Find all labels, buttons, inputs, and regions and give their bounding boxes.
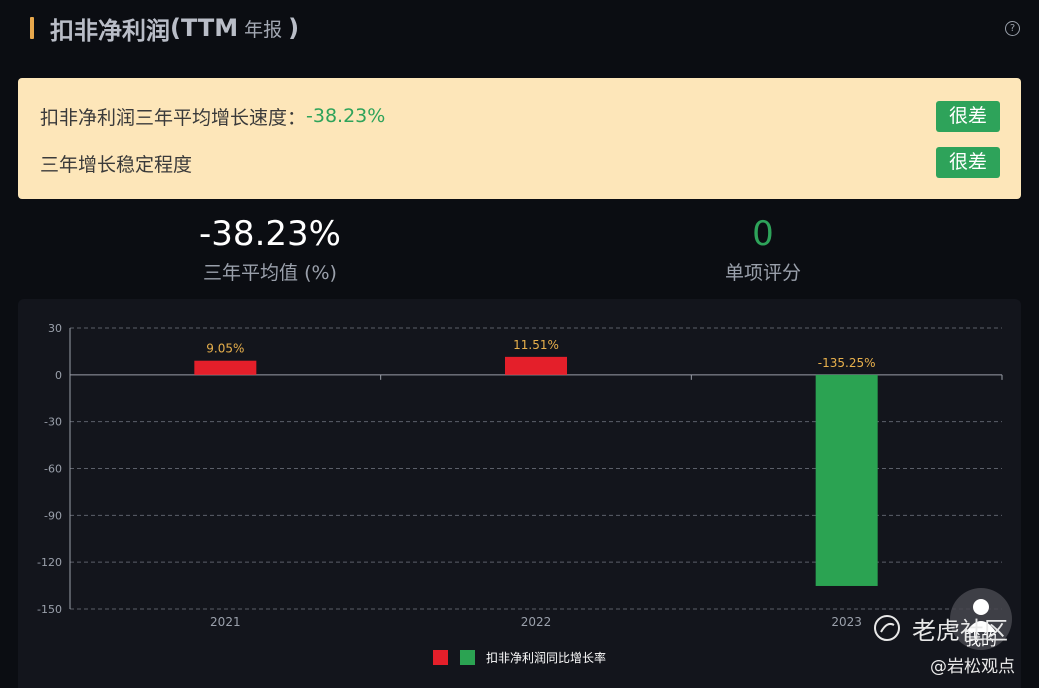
section-title-close: )	[288, 14, 300, 42]
chart-panel: 30 0 -30 -60 -90 -120 -150 9.05% 2021 11.51% 2022 -…	[18, 299, 1021, 688]
author-watermark: @岩松观点	[930, 657, 1015, 677]
help-icon[interactable]: ?	[1005, 21, 1020, 36]
bar-2023	[815, 374, 878, 586]
data-label-2022: 11.51%	[513, 338, 559, 352]
legend-swatch-positive	[433, 650, 448, 665]
growth-speed-label: 扣非净利润三年平均增长速度：	[40, 106, 307, 129]
data-label-2023: -135.25%	[818, 356, 876, 370]
average-value: -38.23%	[199, 214, 341, 254]
brand-logo-icon	[872, 613, 902, 647]
growth-speed-row: 扣非净利润三年平均增长速度： -38.23%	[40, 100, 385, 132]
growth-speed-rating-badge: 很差	[936, 101, 1000, 132]
section-title-period: 年报	[244, 18, 283, 41]
average-label: 三年平均值 (%)	[203, 262, 337, 284]
legend-label: 扣非净利润同比增长率	[486, 650, 606, 665]
section-title-ttm: (TTM	[170, 14, 239, 42]
x-tick-label-2021: 2021	[210, 615, 241, 629]
stability-label: 三年增长稳定程度	[40, 153, 193, 176]
legend-swatch-negative	[460, 650, 475, 665]
score-metric: 0 单项评分	[663, 214, 863, 285]
data-label-2021: 9.05%	[206, 342, 244, 356]
y-tick-label-1: 0	[55, 369, 62, 382]
x-tick-label-2023: 2023	[831, 615, 862, 629]
section-title: 扣非净利润	[50, 16, 170, 45]
score-label: 单项评分	[724, 262, 801, 284]
summary-card: 扣非净利润三年平均增长速度： -38.23% 很差 三年增长稳定程度 很差	[18, 78, 1021, 199]
y-tick-label-2: -30	[44, 416, 62, 429]
y-tick-label-3: -60	[44, 463, 62, 476]
stability-rating-badge: 很差	[936, 147, 1000, 178]
x-tick-label-2022: 2022	[521, 615, 552, 629]
section-header: 扣非净利润 (TTM 年报 )	[30, 10, 299, 46]
y-tick-label-0: 30	[48, 322, 62, 335]
brand-watermark: 老虎社区	[912, 617, 1008, 645]
score-value: 0	[752, 214, 774, 254]
y-tick-label-6: -150	[37, 603, 62, 616]
accent-bar	[30, 17, 34, 39]
growth-speed-value: -38.23%	[306, 105, 386, 127]
growth-bar-chart: 30 0 -30 -60 -90 -120 -150 9.05% 2021 11.51% 2022 -…	[37, 322, 1003, 665]
y-tick-label-4: -90	[44, 509, 62, 522]
bar-2021	[194, 360, 257, 375]
bar-2022	[505, 356, 567, 375]
average-metric: -38.23% 三年平均值 (%)	[170, 214, 370, 285]
stability-row: 三年增长稳定程度	[40, 147, 192, 179]
y-tick-label-5: -120	[37, 556, 62, 569]
